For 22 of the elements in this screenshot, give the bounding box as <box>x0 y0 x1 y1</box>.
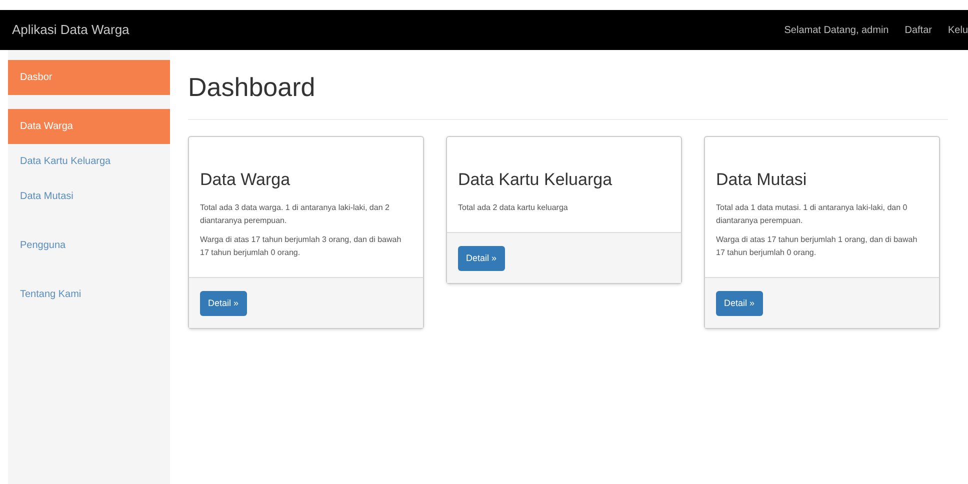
sidebar-item[interactable]: Pengguna <box>8 228 170 263</box>
brand[interactable]: Aplikasi Data Warga <box>12 20 130 40</box>
nav-link[interactable]: Kelu <box>948 22 968 38</box>
card-title: Data Mutasi <box>716 169 808 191</box>
detail-button[interactable]: Detail » <box>458 246 505 271</box>
card-text: Warga di atas 17 tahun berjumlah 3 orang, dan di bawah 17 tahun berjumlah 0 orang. <box>200 234 402 258</box>
page-title: Dashboard <box>188 68 948 120</box>
detail-button[interactable]: Detail » <box>716 290 763 316</box>
detail-button[interactable]: Detail » <box>200 290 247 316</box>
sidebar-item[interactable]: Tentang Kami <box>8 277 170 312</box>
card-text: Total ada 1 data mutasi. 1 di antaranya laki-laki, dan 0 diantaranya perempuan. <box>716 202 908 226</box>
nav-link[interactable]: Selamat Datang, admin <box>784 22 889 38</box>
card-title: Data Warga <box>200 169 292 191</box>
card-text: Total ada 2 data kartu keluarga <box>458 202 569 214</box>
card-text: Warga di atas 17 tahun berjumlah 1 orang, dan di bawah 17 tahun berjumlah 0 orang. <box>716 234 918 258</box>
card-text: Total ada 3 data warga. 1 di antaranya laki-laki, dan 2 diantaranya perempuan. <box>200 202 390 226</box>
sidebar-item[interactable]: Data Kartu Keluarga <box>8 144 170 179</box>
sidebar-item[interactable]: Data Mutasi <box>8 179 170 214</box>
sidebar-item[interactable]: Dasbor <box>8 60 170 95</box>
card-title: Data Kartu Keluarga <box>458 169 614 191</box>
nav-link[interactable]: Daftar <box>904 22 932 38</box>
sidebar-item[interactable]: Data Warga <box>8 109 170 144</box>
